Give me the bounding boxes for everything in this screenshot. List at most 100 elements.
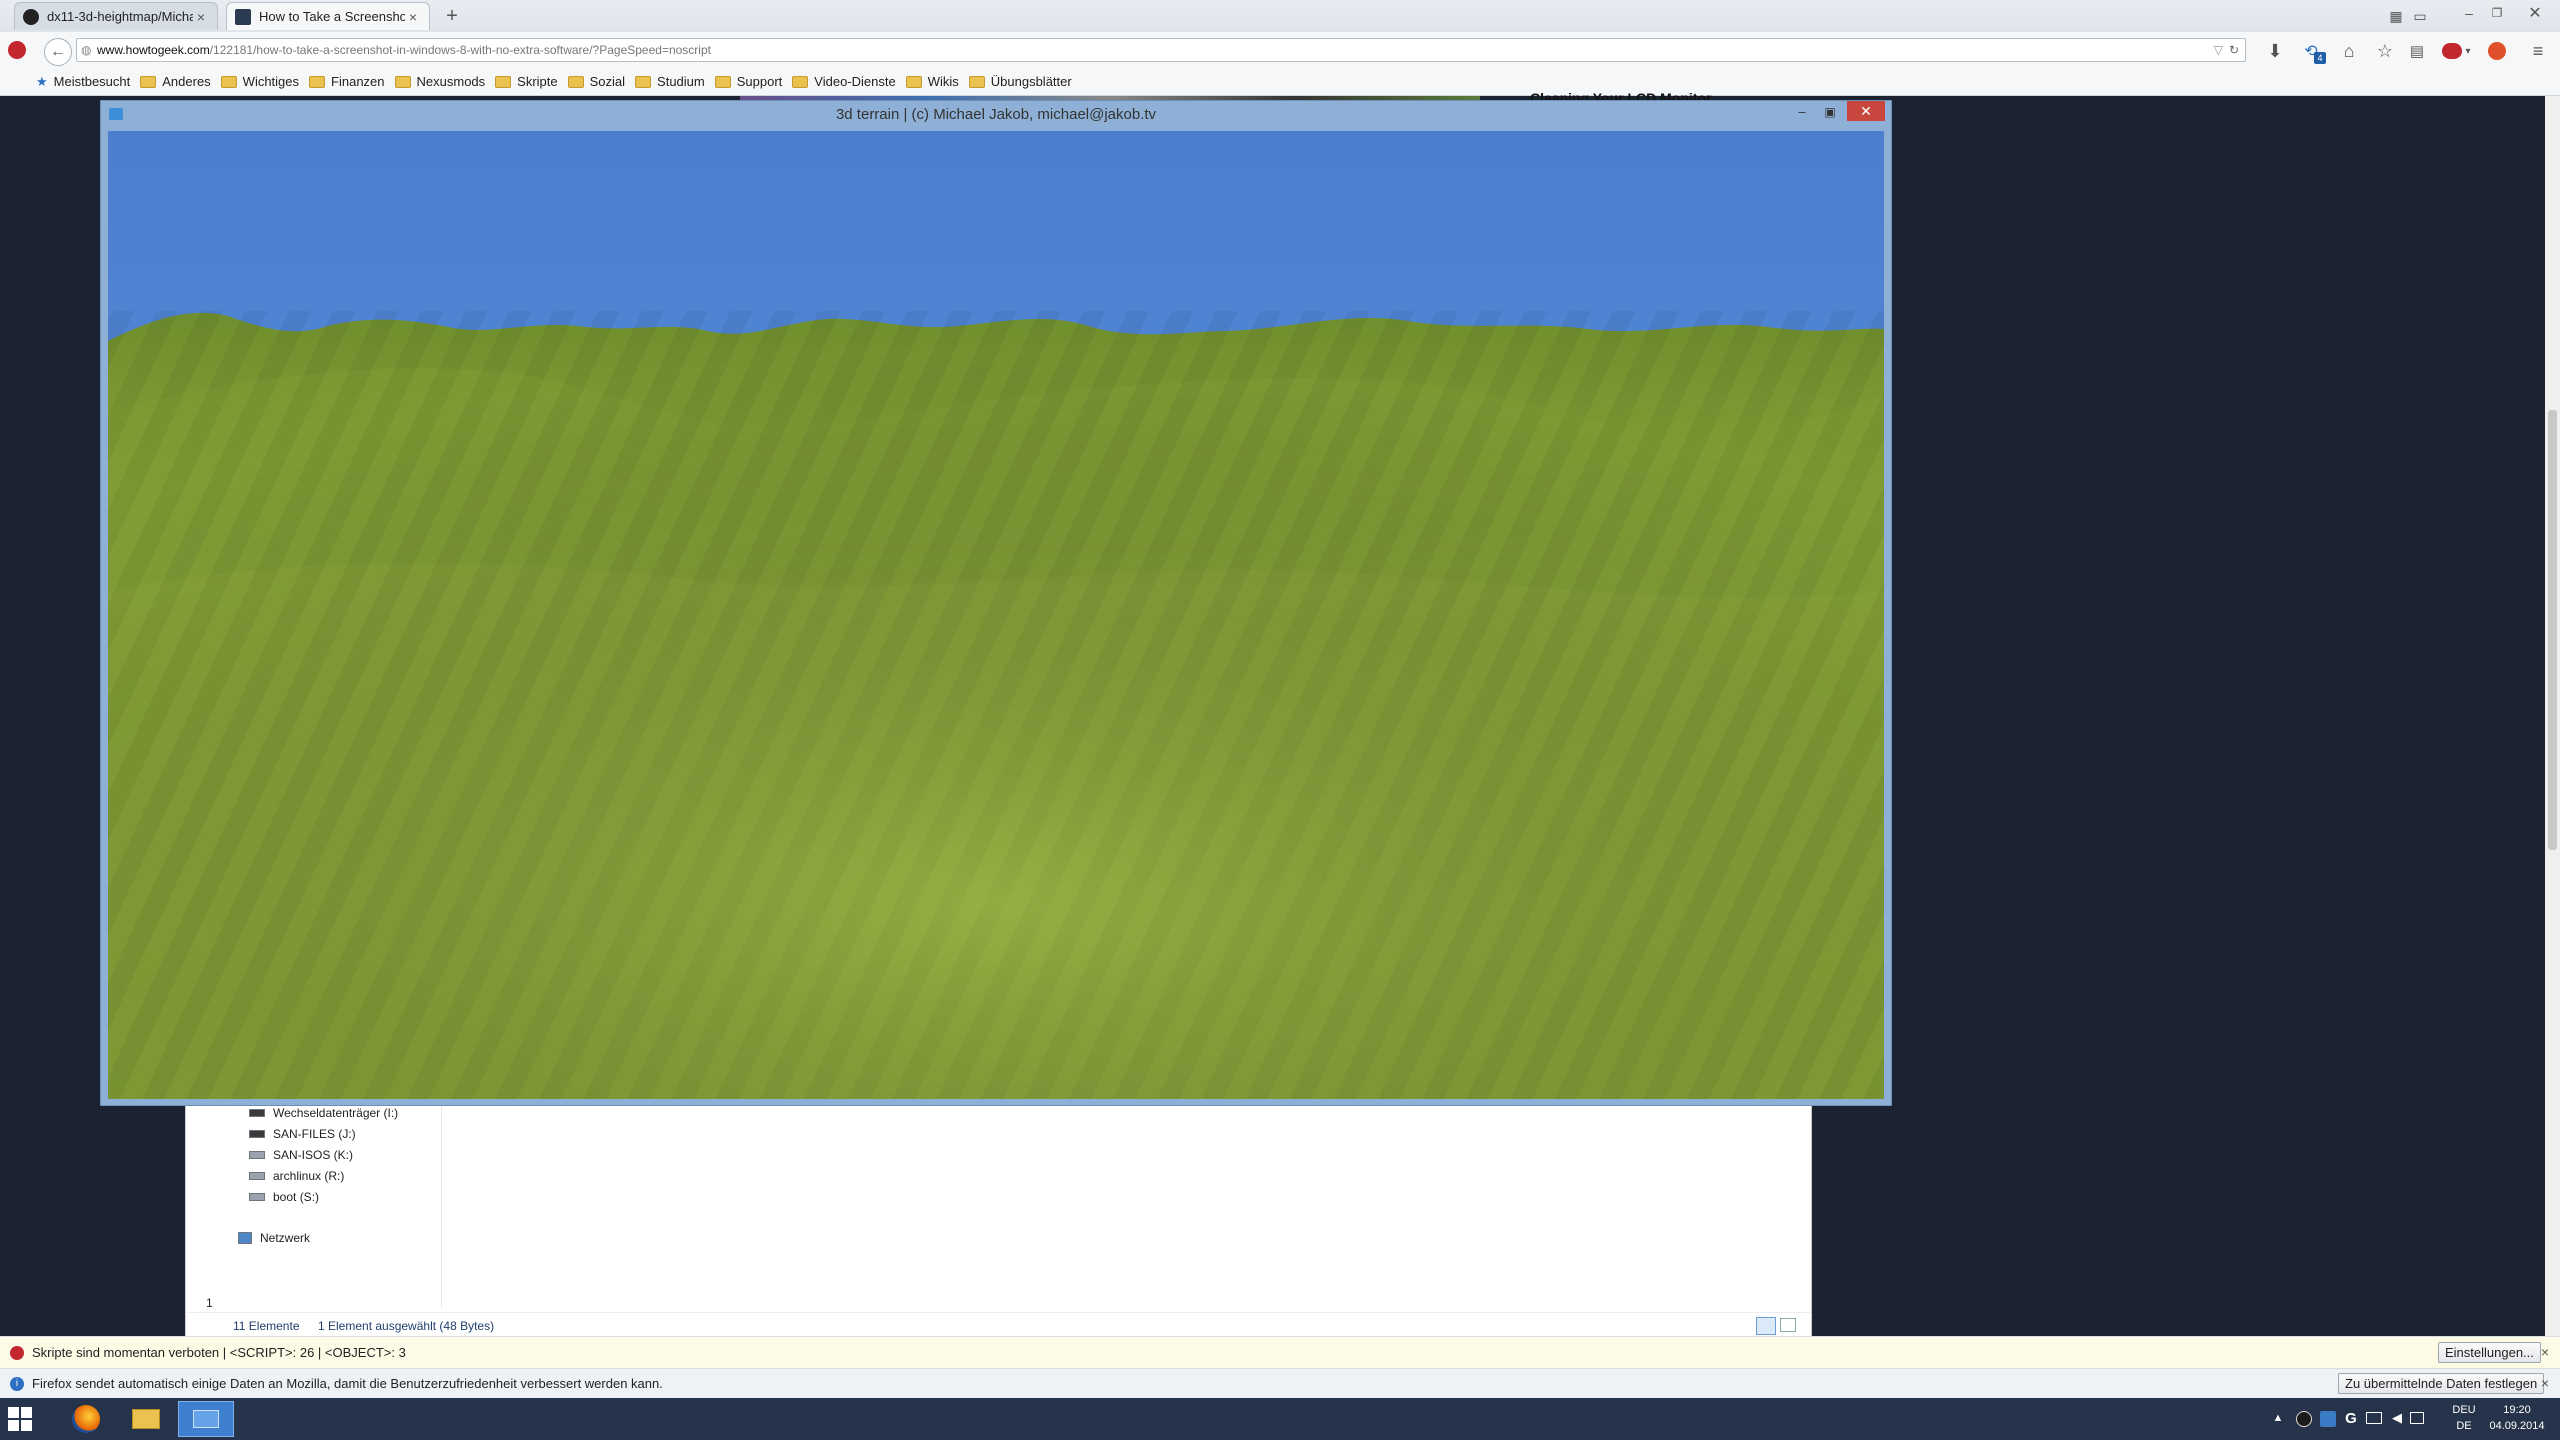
network-item[interactable]: Netzwerk (238, 1231, 310, 1245)
bookmark-folder[interactable]: Sozial (567, 74, 625, 89)
drive-item[interactable]: archlinux (R:) (249, 1169, 344, 1183)
taskbar-explorer[interactable] (118, 1401, 174, 1437)
download-icon[interactable]: ⬇ (2264, 40, 2286, 62)
folder-icon (905, 75, 922, 88)
taskbar: ▲ G ◀ DEU DE 19:20 04.09.2014 (0, 1398, 2560, 1440)
network-icon (238, 1232, 252, 1244)
adblock-icon[interactable] (2442, 43, 2462, 59)
tab-groups-icon[interactable]: ▦ (2384, 4, 2408, 28)
bookmark-folder[interactable]: Skripte (495, 74, 558, 89)
info-icon: i (10, 1376, 24, 1391)
tab-title: How to Take a Screenshot i... (259, 9, 405, 24)
scrollbar-thumb[interactable] (2548, 410, 2557, 850)
dropbox-icon[interactable] (2320, 1411, 2336, 1427)
minimize-button[interactable]: – (2456, 2, 2482, 24)
back-button[interactable]: ← (44, 38, 72, 66)
g-icon[interactable]: G (2342, 1408, 2360, 1428)
drive-icon (249, 1151, 265, 1159)
folder-icon (132, 1409, 160, 1429)
drive-item[interactable]: SAN-FILES (J:) (249, 1127, 356, 1141)
reload-icon[interactable]: ↻ (2229, 39, 2239, 61)
bookmark-meistbesucht[interactable]: ★ Meistbesucht (36, 74, 130, 90)
download-badge: 4 (2314, 52, 2326, 64)
tiles-view-icon[interactable] (1780, 1318, 1796, 1332)
window-title-bar[interactable]: 3d terrain | (c) Michael Jakob, michael@… (101, 101, 1891, 129)
minimize-button[interactable]: – (1789, 101, 1815, 123)
start-button[interactable] (8, 1407, 32, 1431)
restore-button[interactable]: ❐ (2484, 2, 2510, 24)
steam-icon[interactable] (2296, 1411, 2312, 1427)
close-tab-icon[interactable]: × (405, 9, 421, 25)
choose-data-button[interactable]: Zu übermittelnde Daten festlegen (2338, 1373, 2545, 1394)
bookmark-folder[interactable]: Finanzen (309, 74, 385, 89)
star-icon: ★ (36, 73, 48, 89)
settings-button[interactable]: Einstellungen... (2438, 1342, 2541, 1363)
file-explorer-window: Wechseldatenträger (I:) SAN-FILES (J:) S… (185, 1085, 1812, 1339)
home-icon[interactable]: ⌂ (2338, 40, 2360, 62)
folder-icon (635, 75, 652, 88)
close-notification-icon[interactable]: × (2536, 1343, 2554, 1361)
terrain-viewport[interactable] (108, 131, 1884, 1099)
folder-icon (220, 75, 237, 88)
bookmark-folder[interactable]: Anderes (140, 74, 211, 89)
close-tab-icon[interactable]: × (193, 9, 209, 25)
details-view-icon[interactable] (1756, 1317, 1776, 1335)
bookmark-folder[interactable]: Übungsblätter (968, 74, 1072, 89)
clock-time: 19:20 (2503, 1404, 2531, 1416)
drive-item[interactable]: Wechseldatenträger (I:) (249, 1106, 398, 1120)
drive-item[interactable]: boot (S:) (249, 1190, 319, 1204)
url-bar[interactable]: ◍ www.howtogeek.com/122181/how-to-take-a… (76, 38, 2246, 62)
noscript-icon[interactable] (8, 41, 26, 59)
bookmark-folder[interactable]: Support (714, 74, 782, 89)
clock-date: 04.09.2014 (2489, 1420, 2545, 1432)
tab-github[interactable]: dx11-3d-heightmap/Micha... × (14, 2, 218, 30)
bookmarks-bar: ★ Meistbesucht Anderes Wichtiges Finanzen… (0, 68, 2560, 96)
close-button[interactable]: ✕ (1847, 101, 1885, 121)
new-tab-button[interactable]: + (442, 5, 462, 27)
selection-info: 1 Element ausgewählt (48 Bytes) (318, 1319, 495, 1333)
bookmark-folder[interactable]: Video-Dienste (792, 74, 896, 89)
usb-drive-icon (249, 1109, 265, 1117)
show-hidden-icons[interactable]: ▲ (2270, 1408, 2286, 1428)
url-domain: www.howtogeek.com (97, 43, 210, 57)
bookmark-folder[interactable]: Nexusmods (394, 74, 485, 89)
language-indicator[interactable]: DEU DE (2446, 1404, 2482, 1432)
volume-icon[interactable]: ◀ (2388, 1408, 2406, 1428)
bookmark-folder[interactable]: Studium (635, 74, 705, 89)
clipboard-icon[interactable]: ▤ (2406, 40, 2428, 62)
window-title: 3d terrain | (c) Michael Jakob, michael@… (835, 106, 1157, 123)
windows-logo-icon (8, 1407, 32, 1431)
firefox-icon (72, 1405, 100, 1433)
clock[interactable]: 19:20 04.09.2014 (2486, 1404, 2548, 1432)
noscript-icon (10, 1345, 24, 1360)
globe-icon: ◍ (81, 43, 92, 57)
tab-title: dx11-3d-heightmap/Micha... (47, 9, 193, 24)
app-icon (109, 108, 123, 120)
close-notification-icon[interactable]: × (2536, 1374, 2554, 1392)
bookmark-star-icon[interactable]: ☆ (2374, 40, 2396, 62)
folder-icon (140, 75, 157, 88)
extension-icon[interactable] (2488, 42, 2506, 60)
menu-icon[interactable]: ≡ (2526, 40, 2550, 62)
url-path: /122181/how-to-take-a-screenshot-in-wind… (209, 43, 711, 57)
folder-icon (567, 75, 584, 88)
folder-icon (968, 75, 985, 88)
dropdown-icon[interactable]: ▽ (2214, 39, 2223, 61)
chevron-down-icon[interactable]: ▾ (2462, 40, 2474, 62)
bookmark-folder[interactable]: Wichtiges (220, 74, 299, 89)
tab-howtogeek[interactable]: How to Take a Screenshot i... × (226, 2, 430, 30)
folder-icon (394, 75, 411, 88)
bookmark-folder[interactable]: Wikis (905, 74, 959, 89)
explorer-status-bar: 11 Elemente 1 Element ausgewählt (48 Byt… (186, 1312, 1811, 1339)
folder-icon (309, 75, 326, 88)
drive-icon (249, 1172, 265, 1180)
window-icon[interactable]: ▭ (2408, 4, 2432, 28)
maximize-button[interactable]: ▣ (1817, 101, 1843, 123)
taskbar-firefox[interactable] (58, 1401, 114, 1437)
drive-item[interactable]: SAN-ISOS (K:) (249, 1148, 353, 1162)
monitor-icon[interactable] (2366, 1412, 2382, 1424)
close-window-button[interactable]: ✕ (2520, 2, 2550, 24)
taskbar-terrain-app[interactable] (178, 1401, 234, 1437)
network-status-icon[interactable] (2410, 1412, 2424, 1424)
terrain-window: 3d terrain | (c) Michael Jakob, michael@… (100, 100, 1892, 1106)
